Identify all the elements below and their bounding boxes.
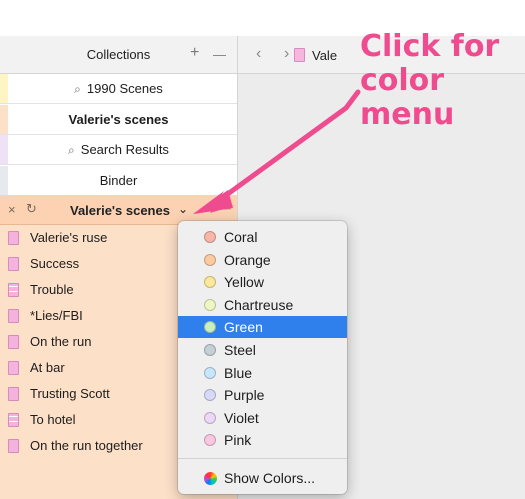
forward-button[interactable]: › <box>284 45 289 63</box>
menu-item-label: Steel <box>224 342 256 358</box>
collapse-button[interactable]: — <box>215 200 231 218</box>
document-icon <box>294 48 305 62</box>
menu-item-label: Coral <box>224 229 258 245</box>
collection-row-text: Search Results <box>80 142 169 157</box>
chevron-down-icon[interactable]: ⌄ <box>178 202 188 216</box>
color-swatch-icon <box>204 231 216 243</box>
list-item-label: On the run together <box>30 438 143 453</box>
color-swatch-icon <box>204 389 216 402</box>
annotation-text: Click for color menu <box>360 29 500 132</box>
collection-row-text: 1990 Scenes <box>86 81 163 96</box>
menu-item-orange[interactable]: Orange <box>178 249 347 271</box>
collection-row-label: ⌕ 1990 Scenes <box>74 74 163 104</box>
menu-item-green[interactable]: Green <box>178 316 347 339</box>
menu-item-label: Violet <box>224 409 259 426</box>
editor-doc-title: Vale <box>312 48 338 63</box>
document-icon <box>8 283 19 297</box>
collection-row-label: Valerie's scenes <box>69 105 169 135</box>
document-icon <box>8 413 19 427</box>
color-swatch-icon <box>204 253 216 266</box>
color-wheel-icon <box>204 472 217 485</box>
menu-item-label: Pink <box>224 432 252 449</box>
menu-item-label: Chartreuse <box>224 296 294 313</box>
list-item-label: Success <box>30 256 80 271</box>
menu-item-purple[interactable]: Purple <box>178 384 347 406</box>
document-icon <box>8 309 19 323</box>
document-icon <box>8 439 19 453</box>
menu-item-label: Green <box>224 319 263 336</box>
menu-item-show-colors[interactable]: Show Colors... <box>178 467 347 489</box>
color-swatch-icon <box>204 434 216 447</box>
collections-title: Collections <box>86 47 151 62</box>
menu-item-label: Orange <box>224 251 271 268</box>
menu-item-label: Blue <box>224 364 253 381</box>
list-item-label: Trouble <box>30 282 74 297</box>
document-icon <box>8 335 19 349</box>
menu-separator <box>178 458 347 459</box>
collection-row[interactable]: ⌕ 1990 Scenes <box>0 74 237 104</box>
color-swatch-icon <box>204 344 216 356</box>
color-swatch-icon <box>204 321 216 334</box>
add-collection-button[interactable]: + <box>190 44 199 62</box>
collections-header: Collections + — <box>0 36 237 74</box>
menu-item-label: Show Colors... <box>224 470 316 486</box>
collection-row-label: Binder <box>100 166 138 196</box>
menu-item-label: Purple <box>224 387 265 404</box>
list-item-label: To hotel <box>30 412 76 427</box>
close-collection-button[interactable]: × <box>8 202 16 217</box>
collection-row[interactable]: Binder <box>0 165 237 196</box>
document-icon <box>8 231 19 245</box>
menu-item-coral[interactable]: Coral <box>178 226 347 248</box>
collection-color-swatch <box>0 135 8 164</box>
menu-item-label: Yellow <box>224 274 264 291</box>
document-icon <box>8 257 19 271</box>
list-item-label: Trusting Scott <box>30 386 110 401</box>
remove-collection-button[interactable]: — <box>213 46 226 64</box>
menu-item-pink[interactable]: Pink <box>178 429 347 451</box>
collection-color-swatch <box>0 74 8 103</box>
menu-item-steel[interactable]: Steel <box>178 339 347 361</box>
search-icon: ⌕ <box>74 82 81 96</box>
menu-item-chartreuse[interactable]: Chartreuse <box>178 294 347 316</box>
list-item-label: *Lies/FBI <box>30 308 83 323</box>
collection-row-label: ⌕ Search Results <box>68 135 169 165</box>
color-swatch-icon <box>204 276 216 289</box>
collection-color-swatch <box>0 165 8 195</box>
menu-item-yellow[interactable]: Yellow <box>178 271 347 293</box>
collection-row[interactable]: Valerie's scenes <box>0 104 237 135</box>
color-swatch-icon <box>204 366 216 379</box>
list-item-label: At bar <box>30 360 65 375</box>
back-button[interactable]: ‹ <box>256 45 261 63</box>
menu-item-blue[interactable]: Blue <box>178 362 347 384</box>
search-icon: ⌕ <box>68 143 75 157</box>
color-swatch-icon <box>204 298 216 311</box>
menu-item-violet[interactable]: Violet <box>178 407 347 429</box>
list-item-label: Valerie's ruse <box>30 230 108 245</box>
refresh-icon[interactable]: ↻ <box>26 201 37 217</box>
document-icon <box>8 361 19 375</box>
collection-row-text: Binder <box>99 172 138 188</box>
document-icon <box>8 387 19 401</box>
collection-title[interactable]: Valerie's scenes <box>70 203 170 218</box>
color-swatch-icon <box>204 411 216 424</box>
collection-row[interactable]: ⌕ Search Results <box>0 135 237 165</box>
color-menu: Coral Orange Yellow Chartreuse Green Steel Blu… <box>178 221 347 494</box>
collection-row-text: Valerie's scenes <box>68 111 169 127</box>
list-item-label: On the run <box>30 334 92 349</box>
collection-color-swatch <box>0 104 8 134</box>
